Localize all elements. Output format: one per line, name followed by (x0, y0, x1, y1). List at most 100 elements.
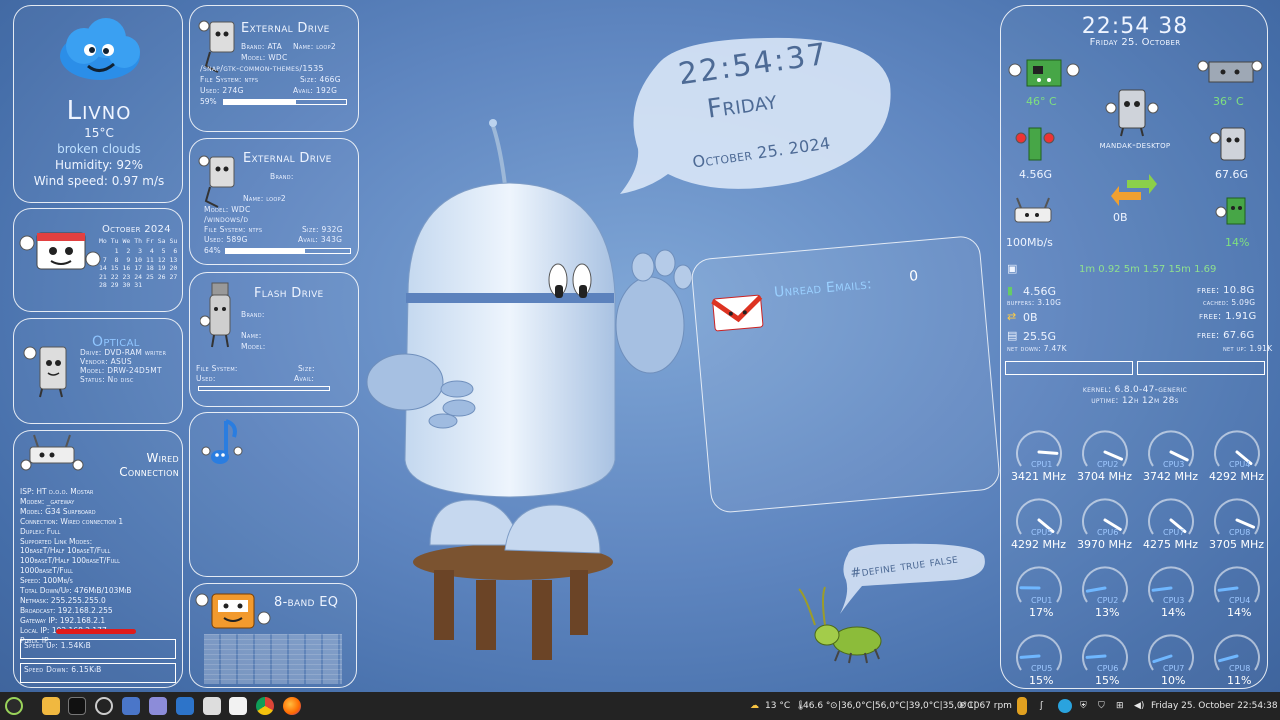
weather-tray-icon[interactable]: ☁ (750, 701, 759, 711)
sensors-applet[interactable]: |36,0°C|56,0°C|39,0°C|35,0°C| (838, 701, 976, 711)
temp-applet[interactable]: 46.6 ° (803, 701, 830, 711)
taskbar-clock[interactable]: Friday 25. October 22:54:38 (1151, 701, 1278, 711)
radio-icon (195, 593, 271, 629)
external-drive-icon (198, 155, 235, 208)
flash-size: Size: (298, 364, 315, 373)
optical-vendor: Vendor: ASUS (80, 357, 132, 366)
network-title: Wired Connection (119, 451, 179, 479)
calculator-icon[interactable] (203, 697, 221, 715)
power-icon[interactable] (1017, 697, 1027, 715)
gauge-label: CPU8 (1229, 664, 1251, 673)
calendar-panel: October 2024 Mo Tu We Th Fr Sa Su 1 2 3 … (13, 208, 183, 312)
network-icon[interactable]: ⊞ (1116, 701, 1124, 711)
drive2-fs: File System: ntfs (204, 225, 263, 234)
weather-wind: Wind speed: 0.97 m/s (33, 174, 165, 188)
gauge-value: 11% (1227, 674, 1252, 687)
drive1-size: Size: 466G (300, 75, 341, 84)
pc-case-icon (1105, 89, 1159, 137)
flash-name: Name: (241, 331, 262, 340)
drive1-usage-bar (223, 99, 347, 105)
drive2-path: /windows/d (204, 215, 249, 224)
router-icon (1014, 197, 1052, 223)
gauge-label: CPU6 (1097, 528, 1119, 537)
eq-title: 8-band EQ (274, 595, 339, 610)
system-date: Friday 25. October (1089, 37, 1181, 48)
network-info: ISP: HT d.o.o. Mostar Modem: _gateway Mode… (20, 487, 131, 646)
ram-icon (1015, 127, 1055, 161)
gauge-value: 13% (1095, 606, 1120, 619)
gauge-label: CPU2 (1097, 596, 1119, 605)
flash-model: Model: (241, 342, 266, 351)
gauge-value: 10% (1161, 674, 1186, 687)
gauge-value: 14% (1161, 606, 1186, 619)
app-icon[interactable] (176, 697, 194, 715)
vpn-icon[interactable]: ⛨ (1080, 701, 1087, 711)
gauge-value: 15% (1029, 674, 1054, 687)
drive1-avail: Avail: 192G (293, 86, 338, 95)
usb-stick-icon (200, 282, 231, 348)
swap-free: free: 1.91G (1199, 311, 1257, 322)
chrome-icon[interactable] (256, 697, 274, 715)
gauge-value: 3421 MHz (1011, 470, 1067, 483)
optical-model: Model: DRW-24D5MT (80, 366, 162, 375)
network-info-line: Model: G34 Surfboard (20, 506, 96, 516)
mail-icon[interactable] (122, 697, 140, 715)
hdd-icon (1209, 127, 1246, 161)
notes-icon[interactable] (149, 697, 167, 715)
flash-drive-panel: Flash Drive Brand: Name: Model: File Sys… (189, 272, 359, 407)
external-drive-panel-1: External Drive Brand: ATA Name: loop2 Mo… (189, 5, 359, 132)
net-total: 0B (1113, 211, 1128, 224)
flash-title: Flash Drive (254, 286, 324, 301)
sensors-icon: ⊙ (830, 701, 838, 711)
gauge-value: 4292 MHz (1209, 470, 1265, 483)
shield-icon[interactable]: ⛉ (1098, 701, 1105, 711)
optical-status: Status: No disc (80, 375, 134, 384)
net-up: net up: 1.91K (1223, 344, 1273, 353)
memory-icon: ▮ (1007, 284, 1014, 297)
flash-used: Used: (196, 374, 216, 383)
fan-applet[interactable]: 1067 rpm (968, 701, 1012, 711)
drive2-brand: Brand: (270, 172, 294, 181)
swap-icon: ⇄ (1007, 310, 1017, 323)
volume-icon[interactable]: ◀) (1134, 701, 1144, 711)
gauge-label: CPU1 (1031, 460, 1053, 469)
calendar-week-row: 7 8 9 10 11 12 13 (99, 255, 178, 264)
menu-button[interactable] (5, 697, 23, 715)
speed-down-graph: Speed Down: 6.15KiB (20, 663, 176, 683)
drive1-percent: 59% (200, 97, 217, 106)
network-info-line: Gateway IP: 192.168.2.1 (20, 615, 106, 625)
motherboard-icon (1008, 59, 1080, 87)
network-info-line: Modem: _gateway (20, 496, 75, 506)
gmail-icon[interactable] (708, 291, 767, 336)
terminal-icon[interactable] (68, 697, 86, 715)
drive1-fs: File System: ntfs (200, 75, 259, 84)
timeshift-icon[interactable] (95, 697, 113, 715)
files-icon[interactable] (42, 697, 60, 715)
network-info-line: Speed: 100Mb/s (20, 576, 73, 586)
telegram-icon[interactable] (1058, 699, 1072, 713)
network-arrows-icon (1111, 174, 1157, 206)
drive1-brand: Brand: ATA (241, 42, 283, 51)
network-info-line: Duplex: Full (20, 526, 61, 536)
drive2-used: Used: 589G (204, 235, 248, 244)
mem-buffers: buffers: 3.10G (1007, 298, 1062, 307)
sticky-icon[interactable]: ʃ (1040, 701, 1043, 711)
gauge-label: CPU1 (1031, 596, 1053, 605)
calendar-header: Mo Tu We Th Fr Sa Su (99, 237, 178, 245)
swap-used: 0B (1023, 311, 1038, 324)
weather-applet[interactable]: 13 °C (765, 701, 790, 711)
gauge-value: 4275 MHz (1143, 538, 1199, 551)
drive1-path: /snap/gtk-common-themes/1535 (200, 64, 324, 73)
fan-icon: ⊛ (959, 701, 967, 711)
cards-icon[interactable] (229, 697, 247, 715)
gauge-value: 17% (1029, 606, 1054, 619)
optical-panel: Optical Drive: DVD-RAM writer Vendor: AS… (13, 318, 183, 424)
email-label: Unread Emails: (773, 276, 873, 301)
gauge-label: CPU7 (1163, 528, 1185, 537)
calendar-days: 1 2 3 4 5 6 7 8 9 10 11 12 13 14 15 16 17… (99, 247, 177, 290)
firefox-icon[interactable] (283, 697, 301, 715)
taskbar: ☁ 13 °C 🌡 46.6 ° ⊙ |36,0°C|56,0°C|39,0°C… (0, 692, 1280, 720)
drive1-name: Name: loop2 (293, 42, 336, 51)
drive2-title: External Drive (243, 151, 332, 166)
network-info-line: Connection: Wired connection 1 (20, 516, 124, 526)
